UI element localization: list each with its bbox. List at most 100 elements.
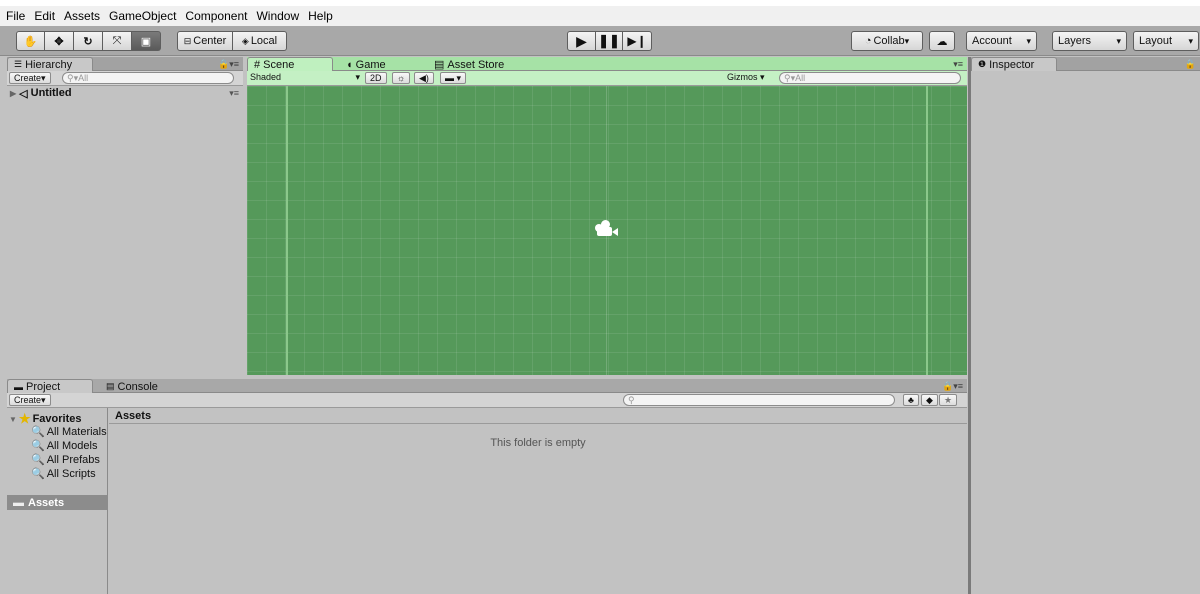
inspector-splitter[interactable] <box>968 57 971 594</box>
tab-inspector[interactable]: ❶ Inspector <box>971 57 1057 71</box>
hierarchy-tab-label: Hierarchy <box>25 58 73 71</box>
scene-row[interactable]: ▶ ◁ Untitled ▾≡ <box>7 86 243 100</box>
account-dropdown[interactable]: Account <box>966 31 1037 51</box>
asset-store-tab-label: Asset Store <box>447 58 505 71</box>
cloud-button[interactable]: ☁ <box>929 31 955 51</box>
2d-toggle[interactable]: 2D <box>365 72 387 84</box>
rotate-icon: ↻ <box>83 35 93 48</box>
scene-menu-icon[interactable]: ▾≡ <box>229 88 239 99</box>
tab-project[interactable]: ▬ Project <box>7 379 93 393</box>
tab-game[interactable]: ◖ Game <box>339 57 393 71</box>
camera-bounds-left <box>286 86 288 375</box>
favorite-item[interactable]: 🔍 All Scripts <box>31 467 96 481</box>
info-icon: ❶ <box>978 59 987 69</box>
account-label: Account <box>972 35 1012 47</box>
menu-file[interactable]: File <box>6 9 25 23</box>
scene-panel-menu-icon[interactable]: ▾≡ <box>953 59 963 70</box>
layers-label: Layers <box>1058 35 1092 47</box>
favorite-item[interactable]: 🔍 All Materials <box>31 425 108 439</box>
inspector-tabbar: ❶ Inspector 🔒 <box>971 57 1200 71</box>
hierarchy-search-input[interactable]: ⚲▾ All <box>62 72 234 84</box>
layout-label: Layout <box>1139 35 1173 47</box>
effects-dropdown[interactable]: ▬ ▾ <box>440 72 467 84</box>
assets-label: Assets <box>28 496 65 509</box>
hierarchy-panel: ☰ Hierarchy 🔒▾≡ Create ⚲▾ All ▶ ◁ Untitl… <box>7 57 243 375</box>
hand-tool-button[interactable]: ✋ <box>16 31 45 51</box>
2d-label: 2D <box>370 73 382 83</box>
menu-assets[interactable]: Assets <box>64 9 100 23</box>
collapse-arrow-icon: ▼ <box>9 414 17 424</box>
collab-label: Collab <box>873 35 905 47</box>
space-label: Local <box>250 35 278 47</box>
inspector-tab-label: Inspector <box>989 58 1035 71</box>
move-tool-button[interactable]: ✥ <box>45 31 74 51</box>
tab-scene[interactable]: # Scene <box>247 57 333 71</box>
pivot-center-button[interactable]: ⊟ Center <box>177 31 233 51</box>
play-button[interactable]: ▶ <box>567 31 596 51</box>
layout-dropdown[interactable]: Layout <box>1133 31 1199 51</box>
shapes-icon: ♣ <box>908 395 914 405</box>
tab-hierarchy[interactable]: ☰ Hierarchy <box>7 57 93 71</box>
magnifier-icon: 🔍 <box>31 440 45 452</box>
favorite-item[interactable]: 🔍 All Prefabs <box>31 453 100 467</box>
favorite-item[interactable]: 🔍 All Models <box>31 439 98 453</box>
scene-panel: # Scene ◖ Game ▤ Asset Store ▾≡ Shaded ▾ … <box>247 57 967 375</box>
menu-component[interactable]: Component <box>185 9 247 23</box>
shading-label: Shaded <box>250 72 282 82</box>
sun-icon: ☼ <box>397 73 406 83</box>
tab-asset-store[interactable]: ▤ Asset Store <box>427 57 511 72</box>
pivot-label: Center <box>193 35 227 47</box>
step-button[interactable]: ▶❙ <box>623 31 652 51</box>
project-create-label: Create <box>14 395 42 405</box>
gizmos-dropdown[interactable]: Gizmos ▾ <box>727 72 765 83</box>
inspector-panel: ❶ Inspector 🔒 <box>971 57 1200 594</box>
assets-node[interactable]: ▬ Assets <box>7 495 108 510</box>
scene-tabbar: # Scene ◖ Game ▤ Asset Store ▾≡ <box>247 57 967 71</box>
favorite-label: All Models <box>46 439 98 452</box>
project-create-button[interactable]: Create <box>9 394 51 406</box>
pause-icon: ❚❚ <box>598 33 620 48</box>
scale-tool-button[interactable]: ⤧ <box>103 31 132 51</box>
favorite-button[interactable]: ★ <box>939 394 958 406</box>
project-tabbar: ▬ Project ▤ Console 🔒▾≡ <box>7 379 967 393</box>
camera-gizmo-icon[interactable] <box>595 219 621 239</box>
step-icon: ▶❙ <box>627 34 647 48</box>
tab-console[interactable]: ▤ Console <box>99 379 165 393</box>
menu-window[interactable]: Window <box>256 9 299 23</box>
lighting-toggle[interactable]: ☼ <box>392 72 411 84</box>
rect-tool-button[interactable]: ▣ <box>132 31 161 51</box>
hierarchy-create-button[interactable]: Create <box>9 72 51 84</box>
layers-dropdown[interactable]: Layers <box>1052 31 1127 51</box>
scene-search-input[interactable]: ⚲▾ All <box>779 72 961 84</box>
project-tree: ▼ ★ Favorites 🔍 All Materials 🔍 All Mode… <box>7 408 108 594</box>
magnifier-icon: 🔍 <box>31 468 45 480</box>
pivot-local-button[interactable]: ◈ Local <box>233 31 287 51</box>
menu-gameobject[interactable]: GameObject <box>109 9 176 23</box>
scene-viewport[interactable] <box>247 86 967 375</box>
menu-help[interactable]: Help <box>308 9 333 23</box>
lock-icon[interactable]: 🔒 <box>1185 59 1196 70</box>
hierarchy-create-label: Create <box>14 73 42 83</box>
filter-label-button[interactable]: ◆ <box>921 394 938 406</box>
audio-toggle[interactable]: ◀) <box>414 72 434 84</box>
game-tab-label: Game <box>355 58 386 71</box>
play-icon: ▶ <box>576 32 587 49</box>
filter-type-button[interactable]: ♣ <box>903 394 919 406</box>
menu-edit[interactable]: Edit <box>34 9 55 23</box>
rotate-tool-button[interactable]: ↻ <box>74 31 103 51</box>
console-icon: ▤ <box>106 381 115 391</box>
panel-menu-icon[interactable]: 🔒▾≡ <box>218 59 239 70</box>
project-panel: ▬ Project ▤ Console 🔒▾≡ Create ⚲ ♣ ◆ ★ ▼… <box>7 379 967 594</box>
pivot-icon: ⊟ <box>183 35 192 46</box>
shading-dropdown[interactable]: Shaded ▾ <box>250 72 360 83</box>
breadcrumb-assets[interactable]: Assets <box>115 410 151 422</box>
move-icon: ✥ <box>54 35 64 48</box>
collab-dropdown[interactable]: ◔ Collab <box>851 31 923 51</box>
scale-icon: ⤧ <box>112 34 122 47</box>
project-panel-menu-icon[interactable]: 🔒▾≡ <box>942 381 963 392</box>
pause-button[interactable]: ❚❚ <box>596 31 623 51</box>
project-search-input[interactable]: ⚲ <box>623 394 895 406</box>
main-toolbar: ✋ ✥ ↻ ⤧ ▣ ⊟ Center ◈ Local ▶ ❚❚ ▶❙ ◔ Col… <box>0 26 1200 56</box>
project-tab-label: Project <box>26 380 61 393</box>
menu-bar: File Edit Assets GameObject Component Wi… <box>0 0 1200 26</box>
